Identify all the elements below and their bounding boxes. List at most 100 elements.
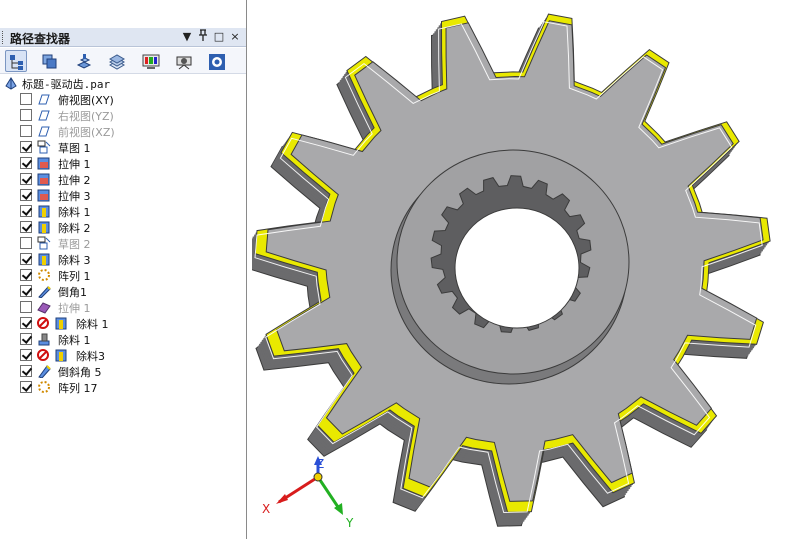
tree-root-label: 标题-驱动齿.par: [22, 78, 111, 91]
visibility-checkbox[interactable]: [20, 93, 32, 105]
protrusion-icon: [37, 157, 50, 170]
visibility-checkbox[interactable]: [20, 381, 32, 393]
plane-icon: [38, 110, 50, 121]
visibility-checkbox[interactable]: [20, 285, 32, 297]
tree-row-label: 除料 1: [58, 206, 91, 219]
tree-row[interactable]: 拉伸 1: [0, 155, 246, 171]
tree-row-label: 除料 1: [58, 334, 91, 347]
tree-row[interactable]: 草图 1: [0, 139, 246, 155]
tree-row-label: 拉伸 2: [58, 174, 91, 187]
restore-icon[interactable]: □: [212, 29, 226, 45]
pattern-icon: [38, 269, 50, 281]
visibility-checkbox[interactable]: [20, 269, 32, 281]
tree-row-label: 前视图(XZ): [58, 126, 115, 139]
tree-row[interactable]: 阵列 1: [0, 267, 246, 283]
tree-row-label: 除料3: [76, 350, 105, 363]
tree-row[interactable]: 倒斜角 5: [0, 363, 246, 379]
visibility-checkbox[interactable]: [20, 317, 32, 329]
camera-icon[interactable]: [172, 50, 194, 72]
visibility-checkbox[interactable]: [20, 221, 32, 233]
part-file-icon: [5, 77, 17, 90]
axis-triad: X Z Y: [262, 456, 354, 530]
chamfer-icon: [38, 365, 51, 378]
tree-row-label: 拉伸 1: [58, 302, 91, 315]
tree-row-label: 拉伸 1: [58, 158, 91, 171]
visibility-checkbox[interactable]: [20, 157, 32, 169]
protrusion-icon: [37, 173, 50, 186]
plane-icon: [38, 94, 50, 105]
tree-row[interactable]: 阵列 17: [0, 379, 246, 395]
y-axis-line: [316, 476, 342, 511]
tree-row[interactable]: 除料 1: [0, 315, 246, 331]
visibility-checkbox[interactable]: [20, 125, 32, 137]
pattern-icon: [38, 381, 50, 393]
tree-row-label: 倒斜角 5: [58, 366, 102, 379]
panel-title-bar[interactable]: 路径查找器 ▼ □ ×: [0, 28, 246, 47]
tree-row-label: 倒角1: [58, 286, 87, 299]
tree-row-label: 阵列 1: [58, 270, 91, 283]
cutout-icon: [38, 205, 50, 218]
tree-row-label: 阵列 17: [58, 382, 98, 395]
triad-origin: [313, 472, 323, 482]
cutout-icon: [38, 253, 50, 266]
tree-row[interactable]: 草图 2: [0, 235, 246, 251]
sketch-icon: [37, 140, 51, 154]
tree-row[interactable]: 除料 1: [0, 331, 246, 347]
round-icon: [38, 286, 51, 298]
cutout-small-icon: [38, 333, 50, 346]
display-icon[interactable]: [139, 50, 161, 72]
tree-row[interactable]: 倒角1: [0, 283, 246, 299]
panel-title: 路径查找器: [10, 32, 71, 46]
tree-row[interactable]: 除料3: [0, 347, 246, 363]
error-icon: [37, 349, 49, 361]
z-axis-label: Z: [316, 457, 324, 471]
cutout-icon: [55, 317, 67, 330]
tree-row-label: 右视图(YZ): [58, 110, 114, 123]
close-icon[interactable]: ×: [228, 29, 242, 45]
cutout-icon: [55, 349, 67, 362]
visibility-checkbox[interactable]: [20, 189, 32, 201]
visibility-checkbox[interactable]: [20, 365, 32, 377]
tree-row[interactable]: 俯视图(XY): [0, 91, 246, 107]
pin-icon[interactable]: [196, 29, 210, 45]
protrusion-icon: [37, 189, 50, 202]
tree-row[interactable]: 拉伸 2: [0, 171, 246, 187]
tree-row-label: 拉伸 3: [58, 190, 91, 203]
tree-row-label: 草图 2: [58, 238, 91, 251]
tree-row[interactable]: 拉伸 1: [0, 299, 246, 315]
pathfinder-panel: 路径查找器 ▼ □ × 标题-驱动齿.par 俯视图(XY) 右视图(YZ) 前…: [0, 0, 247, 539]
sketch-planes-icon[interactable]: [105, 50, 127, 72]
parts-icon[interactable]: [72, 50, 94, 72]
tree-row[interactable]: 前视图(XZ): [0, 123, 246, 139]
visibility-checkbox[interactable]: [20, 141, 32, 153]
visibility-checkbox[interactable]: [20, 109, 32, 121]
tree-row[interactable]: 右视图(YZ): [0, 107, 246, 123]
plane-icon: [38, 126, 50, 137]
tree-view-icon[interactable]: [5, 50, 27, 72]
protrusion-purple-icon: [37, 302, 51, 314]
visibility-checkbox[interactable]: [20, 237, 32, 249]
visibility-checkbox[interactable]: [20, 333, 32, 345]
panel-toolbar: [0, 48, 246, 74]
visibility-checkbox[interactable]: [20, 301, 32, 313]
x-axis-label: X: [262, 502, 270, 516]
dropdown-icon[interactable]: ▼: [180, 29, 194, 45]
cutout-icon: [38, 221, 50, 234]
model-viewport[interactable]: X Z Y: [252, 0, 810, 539]
tree-row-label: 除料 2: [58, 222, 91, 235]
visibility-checkbox[interactable]: [20, 253, 32, 265]
tree-row[interactable]: 除料 1: [0, 203, 246, 219]
tree-row[interactable]: 除料 3: [0, 251, 246, 267]
visibility-checkbox[interactable]: [20, 205, 32, 217]
panel-grip[interactable]: [2, 31, 5, 44]
layers-icon[interactable]: [38, 50, 60, 72]
sketch-icon: [37, 236, 51, 250]
x-axis-arrow: [276, 494, 288, 504]
tree-row-label: 草图 1: [58, 142, 91, 155]
visibility-checkbox[interactable]: [20, 349, 32, 361]
tree-row[interactable]: 除料 2: [0, 219, 246, 235]
visibility-checkbox[interactable]: [20, 173, 32, 185]
error-icon: [37, 317, 49, 329]
settings-icon[interactable]: [205, 50, 227, 72]
tree-row[interactable]: 拉伸 3: [0, 187, 246, 203]
